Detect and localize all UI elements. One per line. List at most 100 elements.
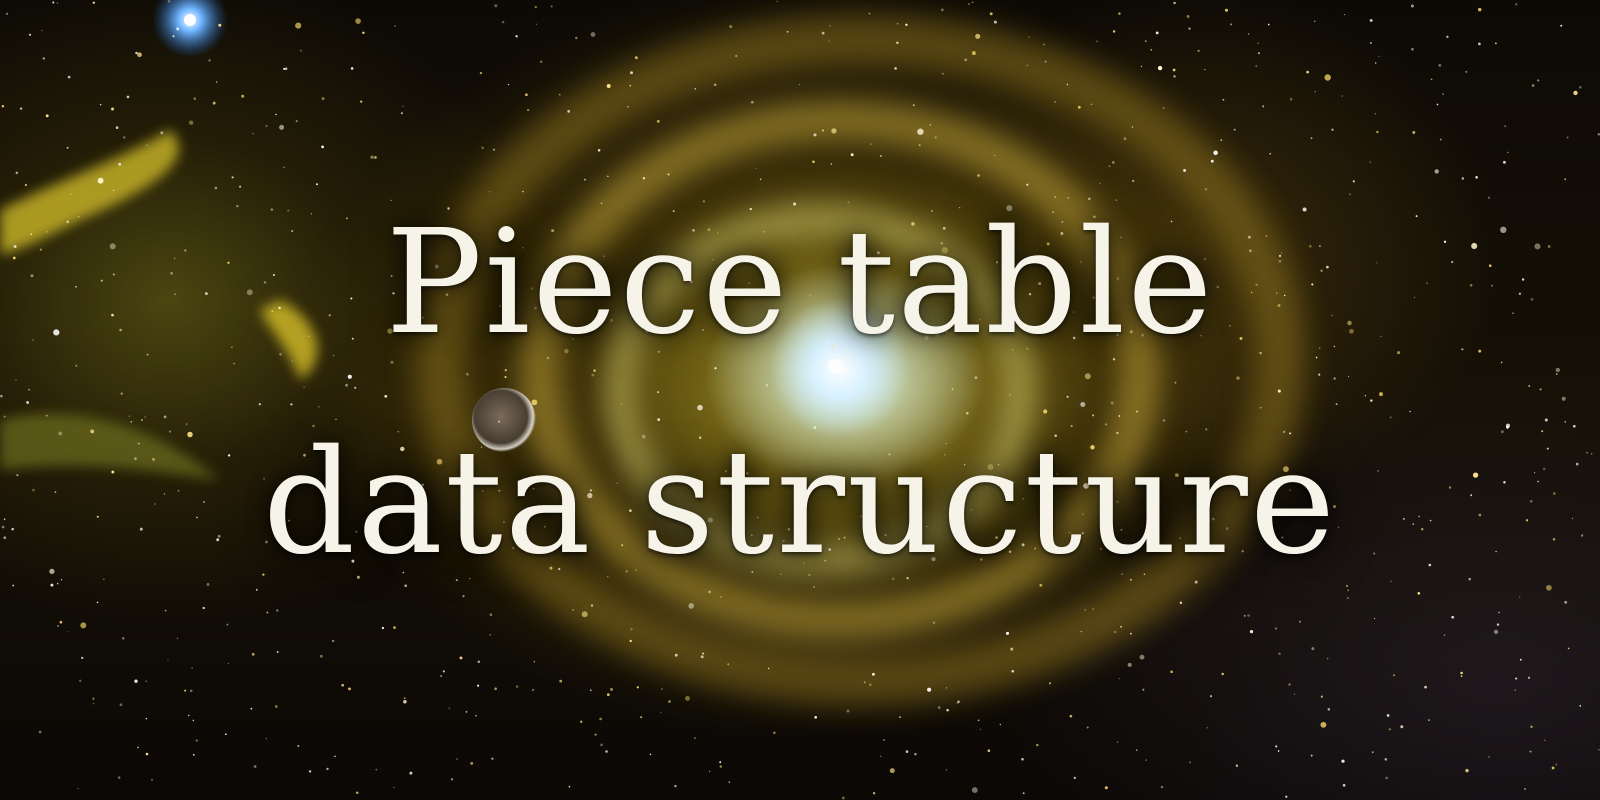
star [96, 601, 99, 604]
star [295, 22, 302, 29]
star [589, 689, 592, 692]
star [896, 41, 899, 45]
star [1006, 631, 1009, 635]
star [118, 162, 122, 166]
star [448, 707, 451, 709]
star [1498, 611, 1500, 614]
star [813, 586, 815, 588]
star [192, 719, 195, 722]
star [694, 737, 696, 739]
star [226, 623, 229, 626]
star [332, 354, 335, 357]
star [1555, 763, 1558, 766]
star [720, 596, 722, 598]
star [393, 786, 395, 789]
star [776, 0, 779, 3]
star [381, 626, 385, 630]
star [773, 731, 776, 735]
star [1564, 421, 1566, 423]
star [812, 160, 815, 164]
star [1247, 614, 1250, 617]
star [121, 636, 125, 640]
star [1438, 63, 1442, 67]
star [1131, 126, 1134, 128]
star [899, 716, 901, 718]
star [798, 83, 801, 86]
star [727, 663, 730, 666]
star [831, 128, 837, 134]
star [233, 362, 235, 365]
star [1412, 131, 1416, 134]
star [889, 768, 895, 774]
star [759, 178, 762, 181]
star [918, 144, 921, 147]
star [492, 148, 496, 151]
star [1461, 177, 1464, 180]
star [1230, 23, 1233, 26]
star [522, 190, 524, 193]
star [239, 185, 242, 188]
star [375, 768, 378, 771]
star [1277, 750, 1280, 752]
star [1235, 764, 1239, 767]
star [657, 391, 660, 394]
star [57, 624, 60, 628]
star [1135, 749, 1138, 752]
star [19, 107, 23, 110]
star [491, 757, 494, 760]
star [674, 653, 678, 657]
star [1514, 689, 1517, 691]
star [1320, 721, 1327, 728]
star [765, 384, 768, 387]
star [24, 183, 28, 187]
star [525, 93, 528, 97]
star [1531, 84, 1535, 87]
star [507, 83, 510, 86]
star [52, 1, 55, 4]
star [481, 146, 484, 150]
star [1390, 580, 1392, 583]
star [373, 155, 377, 159]
star [1110, 401, 1114, 405]
star [440, 675, 443, 678]
star [1069, 714, 1073, 718]
star [297, 745, 300, 747]
star [477, 684, 480, 687]
star [393, 626, 396, 629]
star [600, 743, 603, 747]
star [1544, 418, 1548, 422]
star [1157, 65, 1163, 71]
star [462, 595, 465, 598]
star [642, 177, 646, 180]
star [1066, 395, 1069, 398]
star [1341, 95, 1344, 97]
star [989, 12, 993, 16]
star [321, 97, 325, 101]
star [1255, 65, 1257, 67]
star [470, 761, 474, 765]
star [394, 25, 396, 27]
star [265, 737, 267, 740]
star [1173, 1, 1176, 5]
space-background: Piece table data structure [0, 0, 1600, 800]
star [1096, 40, 1098, 42]
star [1113, 630, 1117, 634]
star [1451, 615, 1455, 619]
star [1546, 584, 1552, 591]
star [92, 702, 95, 705]
star [67, 75, 71, 79]
star [1378, 55, 1380, 58]
star [1371, 751, 1374, 754]
star [871, 672, 875, 676]
star [479, 71, 483, 75]
star [92, 697, 95, 700]
star [535, 23, 538, 25]
star [917, 128, 924, 135]
star [1411, 48, 1414, 51]
star [1104, 786, 1108, 790]
star [1502, 160, 1506, 164]
star [1233, 128, 1236, 131]
star [477, 660, 481, 663]
star [606, 84, 611, 88]
star [1118, 415, 1121, 417]
